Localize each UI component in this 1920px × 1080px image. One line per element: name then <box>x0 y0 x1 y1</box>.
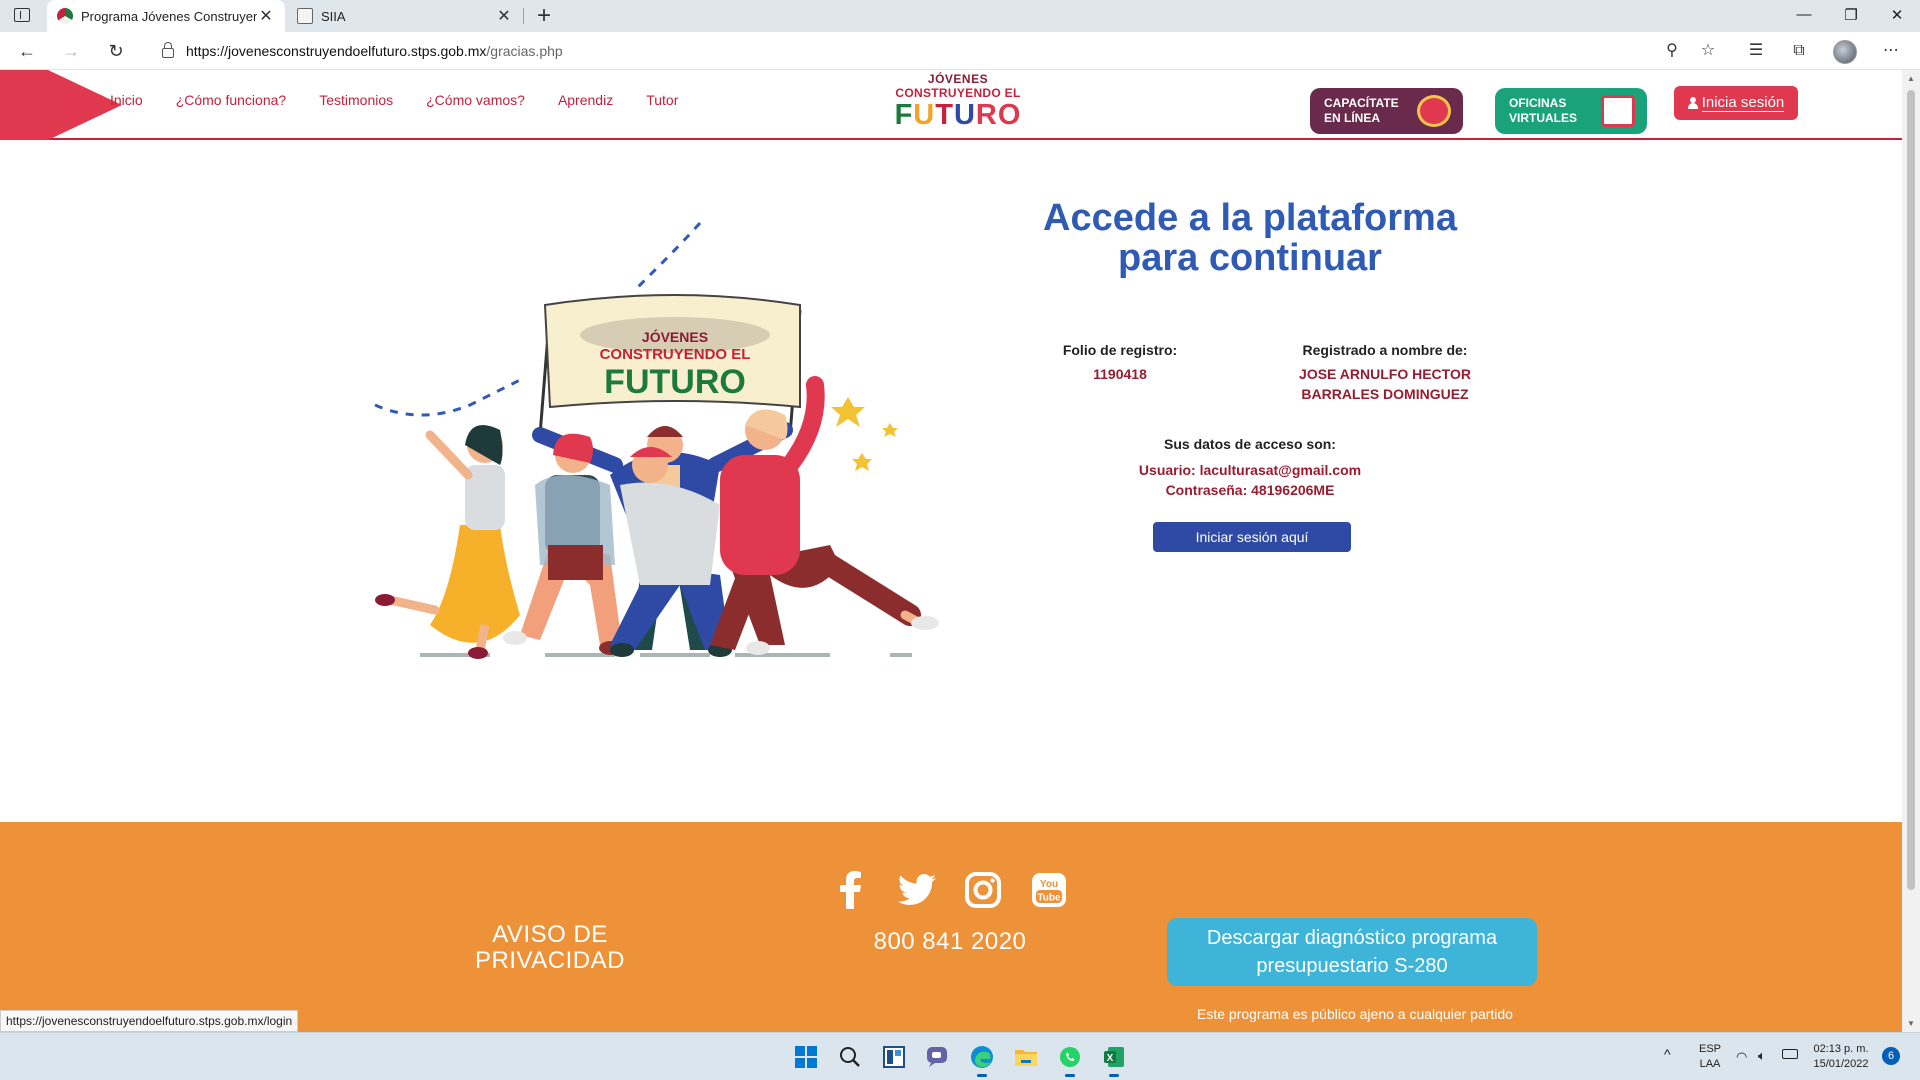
minimize-icon[interactable]: — <box>1789 6 1819 23</box>
tab-siia[interactable]: SIIA ✕ <box>287 0 523 32</box>
windows-taskbar: X ^ ESP LAA ◠ 🔈︎ 02:13 p. m. 15/01/2022 … <box>0 1032 1920 1080</box>
address-bar: ← → ↻ https://jovenesconstruyendoelfutur… <box>0 32 1920 70</box>
refresh-icon[interactable]: ↻ <box>103 39 129 63</box>
edge-browser-icon[interactable] <box>966 1041 998 1077</box>
nav-como-vamos[interactable]: ¿Cómo vamos? <box>426 92 525 108</box>
page-scrollbar[interactable]: ▲ ▼ <box>1902 70 1920 1032</box>
windows-start-icon[interactable] <box>790 1041 822 1073</box>
registered-label: Registrado a nombre de: <box>1302 342 1468 358</box>
language-indicator[interactable]: ESP LAA <box>1693 1042 1727 1072</box>
scroll-down-icon[interactable]: ▼ <box>1907 1019 1915 1028</box>
site-footer: AVISO DE PRIVACIDAD You Tube 800 841 2020… <box>0 822 1902 1032</box>
task-view-icon[interactable] <box>878 1041 910 1073</box>
phone-number[interactable]: 800 841 2020 <box>830 928 1070 956</box>
site-logo[interactable]: JÓVENES CONSTRUYENDO EL FUTURO <box>878 70 1038 132</box>
folio-label: Folio de registro: <box>1062 342 1178 358</box>
tab-jovenes[interactable]: Programa Jóvenes Construyendo el Futuro … <box>47 0 285 32</box>
nav-como-funciona[interactable]: ¿Cómo funciona? <box>176 92 287 108</box>
youtube-icon[interactable]: You Tube <box>1028 870 1070 910</box>
wifi-icon[interactable]: ◠ <box>1736 1049 1747 1064</box>
excel-icon[interactable]: X <box>1098 1041 1130 1077</box>
logo-line3: FUTURO <box>894 99 1022 131</box>
web-page: Inicio ¿Cómo funciona? Testimonios ¿Cómo… <box>0 70 1902 1032</box>
main-nav: Inicio ¿Cómo funciona? Testimonios ¿Cómo… <box>110 92 678 108</box>
notification-badge[interactable]: 6 <box>1882 1047 1900 1065</box>
aviso-privacidad-link[interactable]: AVISO DE PRIVACIDAD <box>430 922 670 974</box>
banner-line3: FUTURO <box>604 363 746 401</box>
svg-text:X: X <box>1107 1053 1114 1064</box>
close-tab-icon[interactable]: ✕ <box>495 6 513 26</box>
tab-title: SIIA <box>321 8 346 24</box>
scroll-thumb[interactable] <box>1907 90 1915 890</box>
nav-inicio[interactable]: Inicio <box>110 92 143 108</box>
logo-line2: CONSTRUYENDO EL <box>895 86 1021 100</box>
siia-favicon-icon <box>297 8 313 24</box>
capacitate-button[interactable]: CAPACÍTATE EN LÍNEA <box>1310 88 1463 134</box>
favorites-icon[interactable]: ☰ <box>1745 41 1767 61</box>
logo-line1: JÓVENES <box>927 72 989 86</box>
status-link-preview: https://jovenesconstruyendoelfuturo.stps… <box>0 1010 299 1032</box>
header-accent <box>0 70 48 140</box>
footer-disclaimer: Este programa es público ajeno a cualqui… <box>1197 1006 1513 1022</box>
registered-name: JOSE ARNULFO HECTOR BARRALES DOMINGUEZ <box>1299 366 1471 402</box>
lock-icon <box>162 42 174 58</box>
close-tab-icon[interactable]: ✕ <box>257 6 275 26</box>
user-icon <box>1687 97 1698 109</box>
access-user: Usuario: laculturasat@gmail.com <box>1138 462 1362 478</box>
nav-testimonios[interactable]: Testimonios <box>319 92 393 108</box>
banner-line2: CONSTRUYENDO EL <box>600 346 751 363</box>
url-text: https://jovenesconstruyendoelfuturo.stps… <box>186 43 563 59</box>
volume-icon[interactable]: 🔈︎ <box>1758 1048 1766 1063</box>
iniciar-sesion-button[interactable]: Iniciar sesión aquí <box>1153 522 1351 552</box>
page-heading: Accede a la plataforma para continuar <box>1043 197 1457 279</box>
back-icon[interactable]: ← <box>14 39 40 63</box>
header-login-button[interactable]: Inicia sesión <box>1674 86 1798 120</box>
twitter-icon[interactable] <box>896 870 938 910</box>
svg-text:You: You <box>1040 879 1058 890</box>
forward-icon[interactable]: → <box>58 39 84 63</box>
battery-icon[interactable] <box>1782 1049 1798 1059</box>
svg-text:Tube: Tube <box>1037 893 1061 904</box>
tab-title: Programa Jóvenes Construyendo el Futuro <box>81 8 257 24</box>
clock[interactable]: 02:13 p. m. 15/01/2022 <box>1808 1042 1874 1072</box>
access-password: Contraseña: 48196206ME <box>1165 482 1335 498</box>
teams-chat-icon[interactable] <box>922 1041 954 1073</box>
read-aloud-icon[interactable]: ⚲ <box>1661 41 1683 61</box>
site-header: Inicio ¿Cómo funciona? Testimonios ¿Cómo… <box>0 70 1902 140</box>
whatsapp-icon[interactable] <box>1054 1041 1086 1077</box>
close-window-icon[interactable]: ✕ <box>1882 6 1912 24</box>
nav-tutor[interactable]: Tutor <box>646 92 678 108</box>
collections-icon[interactable]: ⧉ <box>1788 41 1810 61</box>
instagram-icon[interactable] <box>962 870 1004 910</box>
url-field[interactable]: https://jovenesconstruyendoelfuturo.stps… <box>146 37 1706 65</box>
restore-icon[interactable]: ❐ <box>1836 6 1866 24</box>
oficinas-virtuales-button[interactable]: OFICINAS VIRTUALES <box>1495 88 1647 134</box>
click-target-icon <box>1417 95 1451 127</box>
file-explorer-icon[interactable] <box>1010 1041 1042 1073</box>
folio-value: 1190418 <box>1093 366 1147 382</box>
monitor-icon <box>1601 95 1635 127</box>
browser-tab-bar: Programa Jóvenes Construyendo el Futuro … <box>0 0 1920 32</box>
nav-aprendiz[interactable]: Aprendiz <box>558 92 613 108</box>
facebook-icon[interactable] <box>830 870 872 910</box>
tab-separator <box>523 8 524 24</box>
tab-actions-icon[interactable] <box>14 8 30 22</box>
add-favorite-icon[interactable]: ☆ <box>1697 41 1719 61</box>
show-hidden-icons-icon[interactable]: ^ <box>1664 1047 1671 1062</box>
more-options-icon[interactable]: ⋯ <box>1880 41 1902 61</box>
banner-line1: JÓVENES <box>642 328 708 345</box>
download-diagnostico-button[interactable]: Descargar diagnóstico programa presupues… <box>1167 918 1537 986</box>
social-links: You Tube <box>830 870 1070 910</box>
new-tab-icon[interactable]: + <box>532 2 556 30</box>
search-icon[interactable] <box>834 1041 866 1073</box>
access-label: Sus datos de acceso son: <box>1164 436 1336 452</box>
scroll-up-icon[interactable]: ▲ <box>1907 74 1915 83</box>
profile-avatar[interactable] <box>1833 40 1857 64</box>
group-illustration: JÓVENES CONSTRUYENDO EL FUTURO <box>374 221 939 659</box>
jcf-favicon-icon <box>57 8 73 24</box>
